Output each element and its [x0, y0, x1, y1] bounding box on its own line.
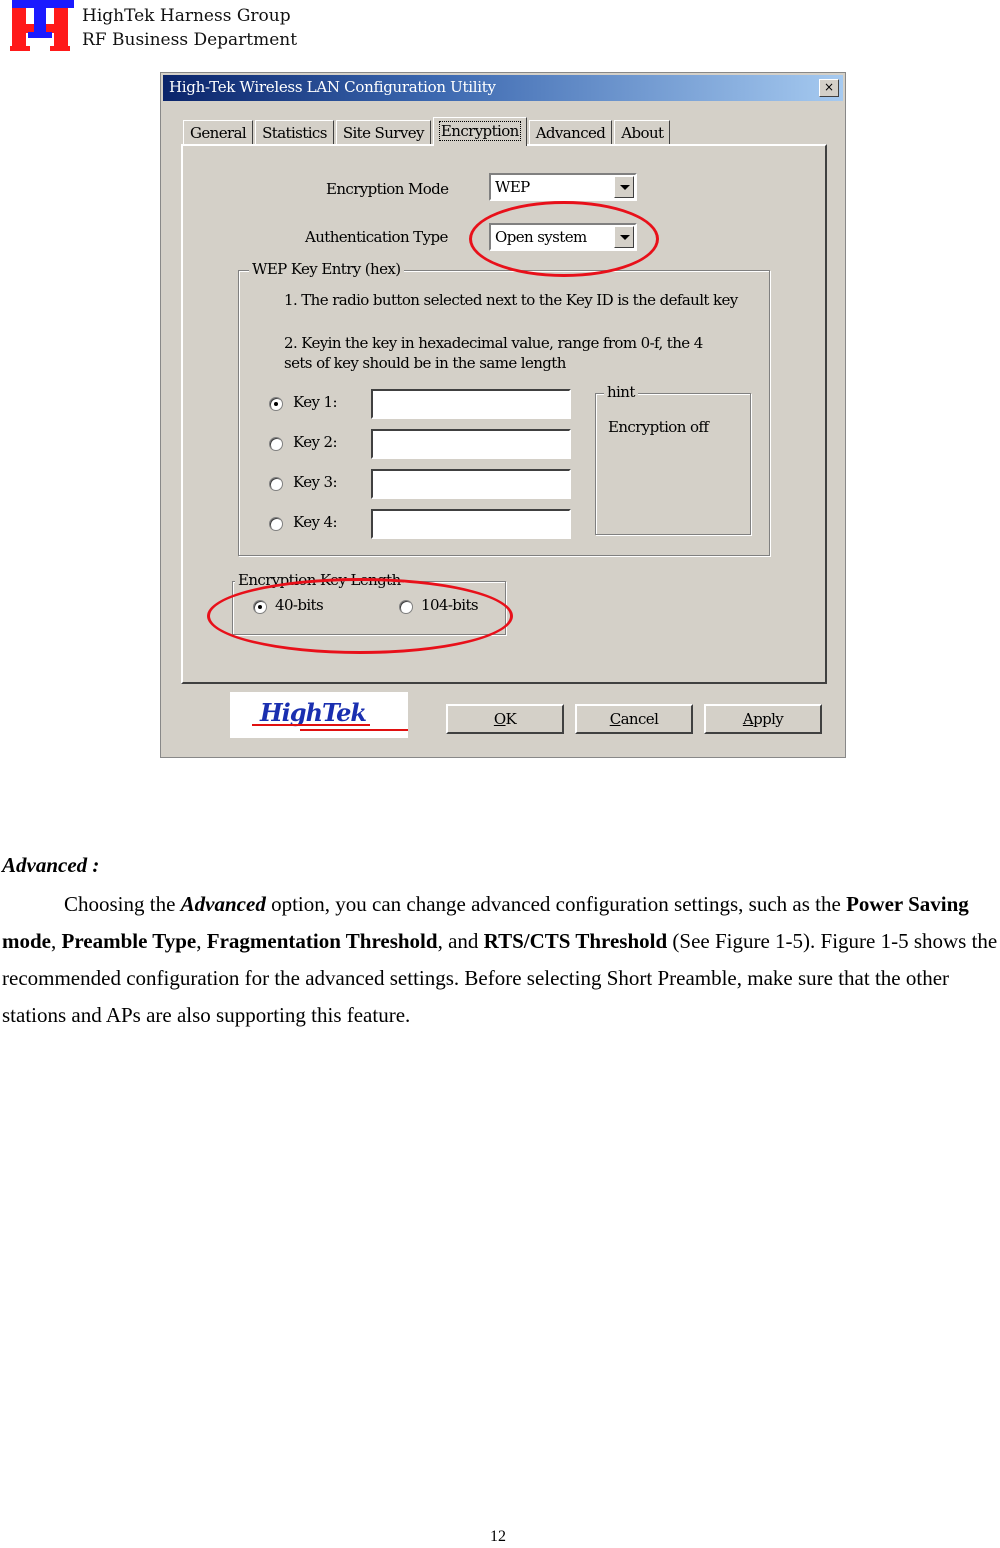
encryption-panel: Encryption Mode WEP Authentication Type … — [181, 144, 827, 684]
key2-label: Key 2: — [293, 433, 338, 451]
auth-type-label: Authentication Type — [305, 228, 448, 246]
company-name: HighTek Harness Group — [82, 6, 291, 26]
cancel-button[interactable]: Cancel — [575, 704, 693, 734]
apply-button[interactable]: Apply — [704, 704, 822, 734]
company-header: HighTek Harness Group RF Business Depart… — [82, 4, 297, 52]
key3-input[interactable] — [371, 469, 571, 499]
104-bits-label: 104-bits — [421, 596, 479, 614]
key-length-group: Encryption Key Length 40-bits 104-bits — [232, 571, 506, 635]
config-utility-dialog: High-Tek Wireless LAN Configuration Util… — [160, 72, 846, 758]
hint-text: Encryption off — [608, 418, 709, 436]
hightek-logo-icon — [8, 0, 74, 54]
close-button[interactable]: × — [819, 79, 839, 97]
hightek-brand-logo: HighTek — [230, 692, 408, 738]
key2-radio[interactable] — [269, 437, 283, 451]
encryption-mode-label: Encryption Mode — [326, 180, 449, 198]
department-name: RF Business Department — [82, 30, 298, 50]
encryption-mode-value: WEP — [495, 178, 530, 196]
ok-button[interactable]: OK — [446, 704, 564, 734]
wep-key-entry-title: WEP Key Entry (hex) — [249, 260, 404, 278]
tab-general[interactable]: General — [183, 120, 254, 145]
key3-radio[interactable] — [269, 477, 283, 491]
chevron-down-icon[interactable] — [614, 226, 634, 248]
tab-about[interactable]: About — [614, 120, 671, 145]
hint-title: hint — [604, 383, 638, 401]
hint-group: hint Encryption off — [595, 383, 751, 535]
wep-note-2-line1: 2. Keyin the key in hexadecimal value, r… — [284, 334, 703, 352]
title-bar: High-Tek Wireless LAN Configuration Util… — [163, 75, 843, 101]
wep-note-2-line2: sets of key should be in the same length — [284, 354, 566, 372]
40-bits-label: 40-bits — [275, 596, 324, 614]
brand-underline — [300, 729, 408, 731]
tab-strip: General Statistics Site Survey Encryptio… — [183, 117, 672, 146]
auth-type-value: Open system — [495, 228, 587, 246]
key1-radio[interactable] — [269, 397, 283, 411]
key1-label: Key 1: — [293, 393, 338, 411]
tab-statistics[interactable]: Statistics — [255, 120, 334, 145]
brand-text: HighTek — [260, 698, 367, 727]
section-heading: Advanced : — [2, 853, 100, 877]
tab-encryption[interactable]: Encryption — [432, 117, 527, 146]
key2-input[interactable] — [371, 429, 571, 459]
tab-advanced[interactable]: Advanced — [528, 120, 613, 145]
brand-underline — [252, 724, 370, 726]
tab-encryption-label: Encryption — [438, 121, 521, 141]
key3-label: Key 3: — [293, 473, 338, 491]
page-number: 12 — [490, 1528, 506, 1545]
104-bits-radio[interactable] — [399, 600, 413, 614]
key4-input[interactable] — [371, 509, 571, 539]
chevron-down-icon[interactable] — [614, 176, 634, 198]
key4-label: Key 4: — [293, 513, 338, 531]
encryption-mode-select[interactable]: WEP — [489, 173, 637, 201]
40-bits-radio[interactable] — [253, 600, 267, 614]
key-length-title: Encryption Key Length — [235, 571, 404, 589]
auth-type-select[interactable]: Open system — [489, 223, 637, 251]
key1-input[interactable] — [371, 389, 571, 419]
section-paragraph: Choosing the Advanced option, you can ch… — [2, 892, 998, 1027]
key4-radio[interactable] — [269, 517, 283, 531]
wep-note-1: 1. The radio button selected next to the… — [284, 291, 738, 309]
tab-site-survey[interactable]: Site Survey — [335, 120, 431, 145]
window-title: High-Tek Wireless LAN Configuration Util… — [169, 78, 496, 96]
wep-key-entry-group: WEP Key Entry (hex) 1. The radio button … — [238, 260, 770, 556]
close-icon: × — [823, 80, 835, 94]
